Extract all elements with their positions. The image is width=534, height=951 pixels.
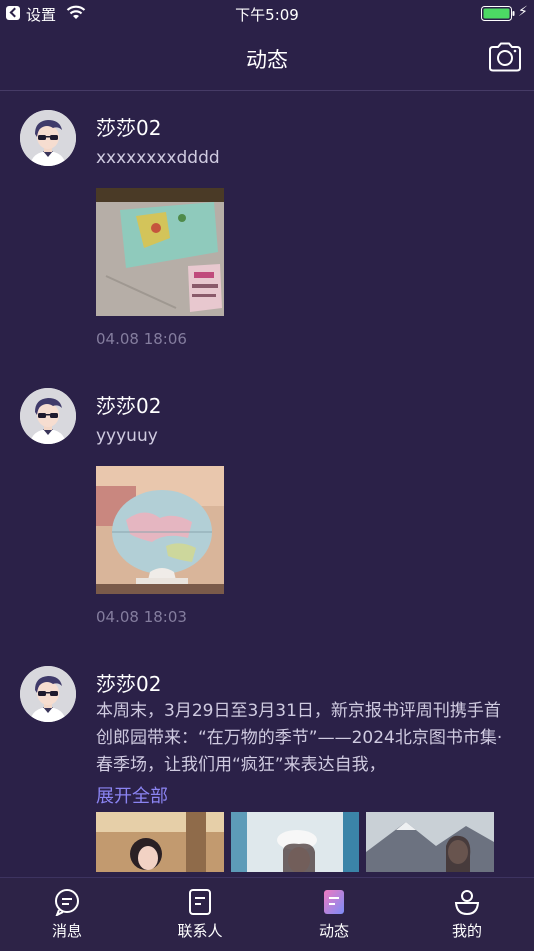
tab-profile[interactable]: 我的 [417, 888, 517, 941]
post-image-grid [96, 812, 496, 872]
battery-icon [481, 6, 515, 21]
username[interactable]: 莎莎02 [96, 112, 161, 141]
username[interactable]: 莎莎02 [96, 668, 161, 697]
moments-feed[interactable]: 莎莎02 xxxxxxxxdddd 04.08 18:06 莎莎02 yyyuu… [0, 91, 534, 877]
post-date: 04.08 18:03 [96, 608, 187, 626]
page-title: 动态 [246, 48, 288, 72]
post-text: yyyuuy [96, 426, 158, 446]
status-bar: 设置 下午5:09 ⚡ [0, 0, 534, 28]
post-image[interactable] [96, 188, 224, 316]
tab-label: 我的 [451, 922, 482, 940]
post-text: xxxxxxxxdddd [96, 148, 220, 168]
tab-label: 联系人 [177, 922, 223, 940]
moments-icon [324, 890, 344, 914]
tab-label: 动态 [318, 922, 349, 940]
tab-label: 消息 [51, 922, 82, 940]
post-image[interactable] [231, 812, 359, 872]
tab-contacts[interactable]: 联系人 [150, 888, 250, 941]
avatar[interactable] [20, 666, 76, 722]
message-icon [55, 889, 79, 916]
avatar[interactable] [20, 388, 76, 444]
charging-icon: ⚡ [518, 4, 528, 20]
camera-icon[interactable] [487, 42, 523, 72]
post-image[interactable] [96, 466, 224, 594]
avatar[interactable] [20, 110, 76, 166]
expand-all-link[interactable]: 展开全部 [96, 782, 168, 808]
post-date: 04.08 18:06 [96, 330, 187, 348]
post-image[interactable] [96, 812, 224, 872]
tab-messages[interactable]: 消息 [17, 888, 117, 941]
username[interactable]: 莎莎02 [96, 390, 161, 419]
status-time: 下午5:09 [235, 6, 299, 24]
post-image[interactable] [366, 812, 494, 872]
contacts-icon [189, 889, 211, 915]
profile-icon [454, 890, 480, 916]
tab-bar: 消息 联系人 动态 我的 [0, 877, 534, 951]
navigation-bar: 动态 [0, 28, 534, 91]
tab-moments[interactable]: 动态 [284, 888, 384, 941]
post-text: 本周末，3月29日至3月31日，新京报书评周刊携手首创郎园带来：“在万物的季节”… [96, 701, 503, 775]
